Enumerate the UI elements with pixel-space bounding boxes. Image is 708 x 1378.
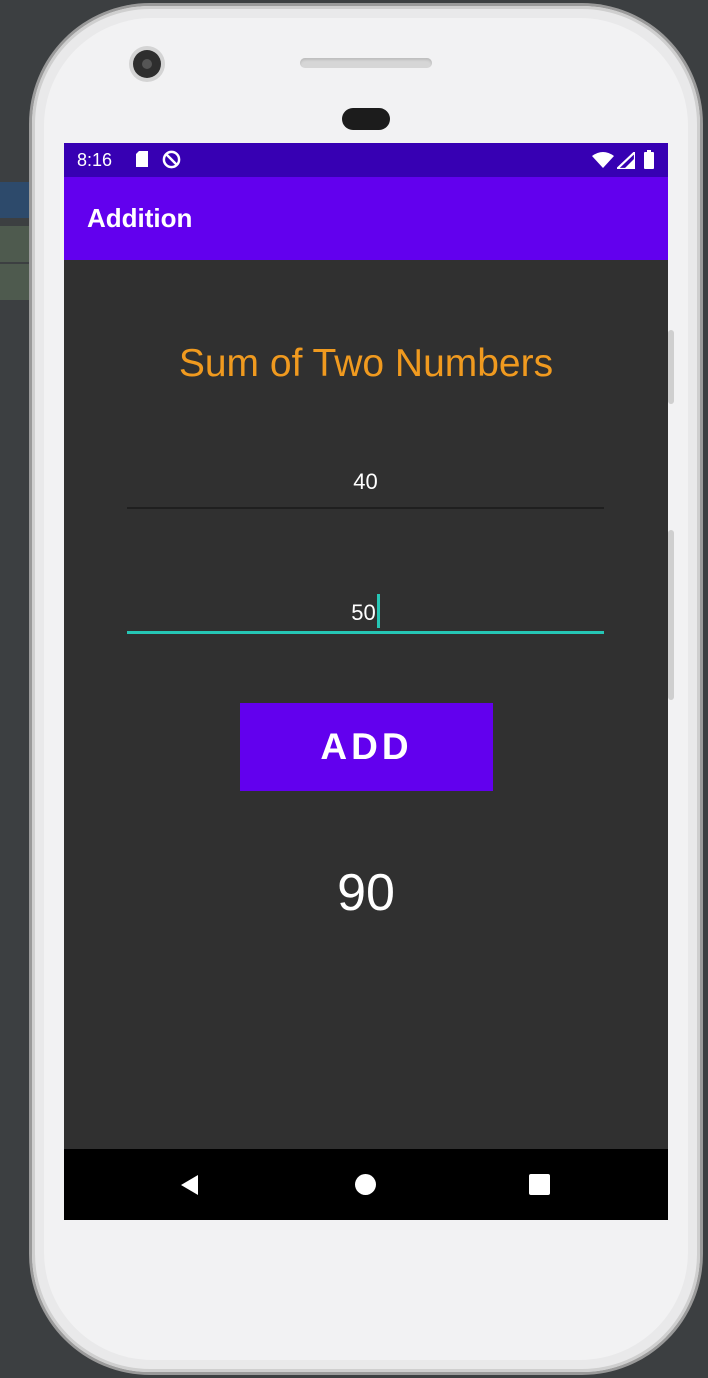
front-camera [133,50,161,78]
do-not-disturb-icon [162,150,181,169]
page-heading: Sum of Two Numbers [178,342,554,385]
signal-icon [617,152,635,169]
input-underline-focused [127,631,604,634]
first-number-value: 40 [353,469,378,494]
recents-icon[interactable] [529,1174,550,1195]
home-icon[interactable] [355,1174,376,1195]
add-button[interactable]: ADD [240,703,493,791]
result-text: 90 [337,864,395,922]
wifi-icon [592,152,614,168]
sd-card-icon [136,151,148,167]
volume-button [668,330,674,404]
navigation-bar [64,1149,668,1220]
status-bar: 8:16 [64,143,668,177]
status-time: 8:16 [77,150,113,170]
device-screen: 8:16 Addition Sum of Two Numbers 40 50 A… [64,143,668,1220]
input-underline [127,507,604,509]
text-cursor [376,594,380,628]
second-number-input[interactable]: 50 [127,584,604,634]
first-number-input[interactable]: 40 [127,459,604,509]
back-icon[interactable] [179,1174,201,1196]
proximity-sensor [342,108,390,130]
power-button [668,530,674,700]
second-number-wrapper: 50 [127,594,604,628]
app-title: Addition [87,203,193,233]
second-number-value: 50 [351,600,376,625]
app-bar: Addition [64,177,668,260]
battery-icon [644,150,654,169]
earpiece-speaker [300,58,432,68]
